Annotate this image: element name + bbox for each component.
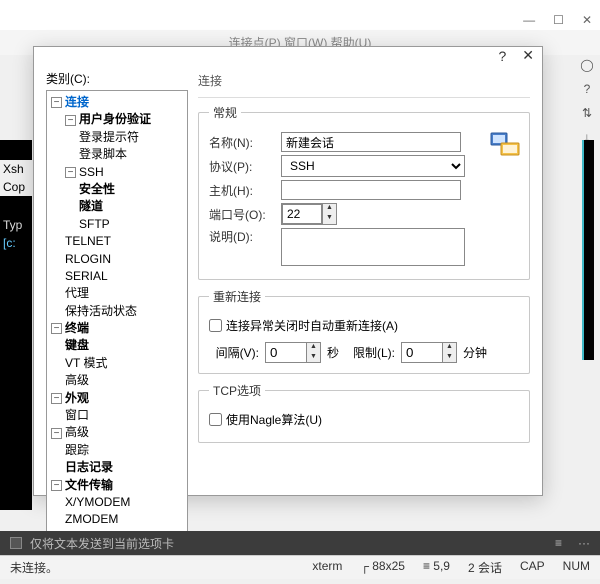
tree-keyboard[interactable]: 键盘 (65, 338, 89, 352)
expand-icon[interactable]: − (51, 480, 62, 491)
tree-advanced-t[interactable]: 高级 (65, 373, 89, 387)
spin-down-icon[interactable]: ▼ (307, 353, 320, 363)
tree-connection[interactable]: 连接 (65, 95, 89, 109)
status-size: ┌ 88x25 (360, 559, 405, 576)
name-input[interactable] (281, 132, 461, 152)
tree-logging[interactable]: 日志记录 (65, 460, 113, 474)
spin-up-icon[interactable]: ▲ (443, 343, 456, 353)
divider (198, 97, 530, 98)
status-cap: CAP (520, 559, 545, 576)
tree-telnet[interactable]: TELNET (65, 234, 111, 248)
spin-up-icon[interactable]: ▲ (307, 343, 320, 353)
interval-label: 间隔(V): (209, 344, 259, 361)
close-icon[interactable]: ✕ (582, 13, 592, 27)
tree-advanced[interactable]: 高级 (65, 425, 89, 439)
expand-icon[interactable]: − (51, 393, 62, 404)
left-fragments: Xsh Cop Typ [c: (0, 140, 32, 510)
session-properties-dialog: ? ✕ 类别(C): −连接 −用户身份验证 登录提示符 登录脚本 (33, 46, 543, 496)
status-sessions: 2 会话 (468, 559, 502, 576)
expand-icon[interactable]: − (65, 115, 76, 126)
general-legend: 常规 (209, 104, 241, 121)
desc-label: 说明(D): (209, 228, 281, 245)
name-label: 名称(N): (209, 134, 281, 151)
general-group: 常规 名称(N): 协议(P): SSH (198, 104, 530, 280)
status-pos: ≡ 5,9 (423, 559, 450, 576)
tree-login-script[interactable]: 登录脚本 (79, 147, 127, 161)
maximize-icon[interactable]: ☐ (553, 13, 564, 27)
port-stepper[interactable]: ▲▼ (281, 203, 337, 225)
right-toolbar: ◯ ? ⇅ ↓ (578, 58, 596, 144)
tree-auth[interactable]: 用户身份验证 (79, 112, 151, 126)
tree-filetransfer[interactable]: 文件传输 (65, 478, 113, 492)
tcp-group: TCP选项 使用Nagle算法(U) (198, 382, 530, 443)
tree-proxy[interactable]: 代理 (65, 286, 89, 300)
status-num: NUM (563, 559, 590, 576)
tcp-legend: TCP选项 (209, 382, 265, 399)
circle-icon[interactable]: ◯ (578, 58, 596, 72)
nagle-label: 使用Nagle算法(U) (226, 411, 322, 428)
expand-icon[interactable]: − (51, 97, 62, 108)
tree-sftp[interactable]: SFTP (79, 217, 110, 231)
expand-icon[interactable]: − (51, 323, 62, 334)
panel-heading: 连接 (198, 70, 530, 91)
tree-keepalive[interactable]: 保持活动状态 (65, 304, 137, 318)
status-term: xterm (312, 559, 342, 576)
tree-tunnel[interactable]: 隧道 (79, 199, 103, 213)
spin-up-icon[interactable]: ▲ (323, 204, 336, 214)
category-label: 类别(C): (46, 70, 188, 87)
host-label: 主机(H): (209, 182, 281, 199)
interval-stepper[interactable]: ▲▼ (265, 342, 321, 363)
tree-serial[interactable]: SERIAL (65, 269, 108, 283)
tree-vt[interactable]: VT 模式 (65, 356, 107, 370)
host-input[interactable] (281, 180, 461, 200)
status-bar: 未连接。 xterm ┌ 88x25 ≡ 5,9 2 会话 CAP NUM (0, 555, 600, 579)
limit-input[interactable] (402, 343, 442, 362)
desc-textarea[interactable] (281, 228, 465, 266)
help-icon[interactable]: ? (578, 82, 596, 96)
tree-ssh[interactable]: SSH (79, 165, 104, 179)
spin-down-icon[interactable]: ▼ (443, 353, 456, 363)
tree-appearance[interactable]: 外观 (65, 391, 89, 405)
limit-label: 限制(L): (345, 344, 395, 361)
compose-checkbox[interactable] (10, 537, 22, 549)
tree-xymodem[interactable]: X/YMODEM (65, 495, 130, 509)
terminal-strip (582, 140, 594, 360)
expand-icon[interactable]: − (65, 167, 76, 178)
seconds-label: 秒 (327, 344, 339, 361)
transfer-icon[interactable]: ⇅ (578, 106, 596, 120)
auto-reconnect-checkbox[interactable] (209, 319, 222, 332)
host-icon (489, 129, 521, 161)
limit-stepper[interactable]: ▲▼ (401, 342, 457, 363)
status-connection: 未连接。 (10, 559, 58, 576)
tree-security[interactable]: 安全性 (79, 182, 115, 196)
minimize-icon[interactable]: — (523, 13, 535, 27)
nagle-checkbox[interactable] (209, 413, 222, 426)
tree-rlogin[interactable]: RLOGIN (65, 252, 111, 266)
minutes-label: 分钟 (463, 344, 487, 361)
port-label: 端口号(O): (209, 206, 281, 223)
protocol-label: 协议(P): (209, 158, 281, 175)
interval-input[interactable] (266, 343, 306, 362)
dialog-close-icon[interactable]: ✕ (522, 47, 534, 64)
tree-zmodem[interactable]: ZMODEM (65, 512, 118, 526)
port-input[interactable] (282, 204, 322, 224)
spin-down-icon[interactable]: ▼ (323, 214, 336, 224)
more-icon[interactable]: ··· (578, 536, 590, 550)
reconnect-group: 重新连接 连接异常关闭时自动重新连接(A) 间隔(V): ▲▼ 秒 限制(L): (198, 288, 530, 374)
tree-window[interactable]: 窗口 (65, 408, 89, 422)
category-tree[interactable]: −连接 −用户身份验证 登录提示符 登录脚本 −SSH 安全性 (46, 90, 188, 533)
expand-icon[interactable]: − (51, 428, 62, 439)
list-icon[interactable]: ≡ (555, 536, 562, 550)
tree-login-prompt[interactable]: 登录提示符 (79, 130, 139, 144)
protocol-select[interactable]: SSH (281, 155, 465, 177)
reconnect-legend: 重新连接 (209, 288, 265, 305)
tree-trace[interactable]: 跟踪 (65, 443, 89, 457)
compose-bar: 仅将文本发送到当前选项卡 ≡ ··· (0, 531, 600, 555)
dialog-help-icon[interactable]: ? (498, 48, 506, 64)
tree-terminal[interactable]: 终端 (65, 321, 89, 335)
dialog-titlebar: ? ✕ (34, 47, 542, 64)
compose-text: 仅将文本发送到当前选项卡 (30, 535, 174, 552)
auto-reconnect-label: 连接异常关闭时自动重新连接(A) (226, 317, 398, 334)
